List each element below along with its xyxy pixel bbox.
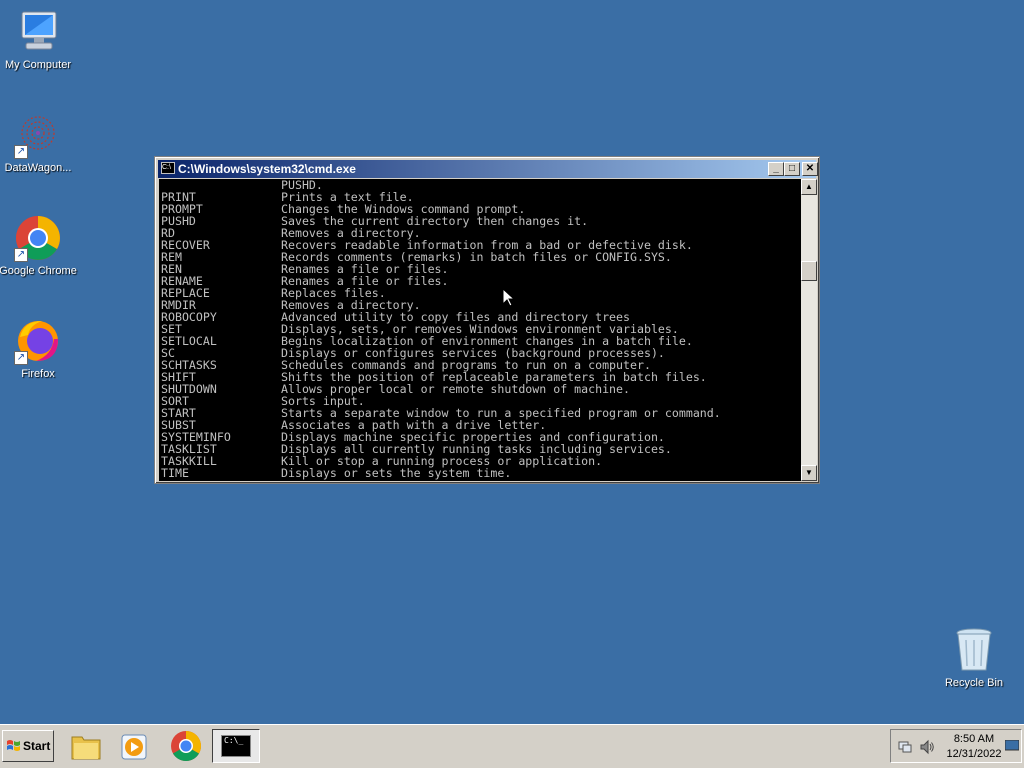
desktop-icon-firefox[interactable]: ↗ Firefox (0, 317, 78, 380)
command-description: Displays or sets the system time. (281, 466, 512, 480)
clock-date[interactable]: 12/31/2022 (943, 748, 1005, 760)
maximize-button[interactable]: □ (784, 162, 800, 176)
minimize-button[interactable]: _ (768, 162, 784, 176)
console-line: REN Renames a file or files. (159, 263, 801, 275)
desktop-icon-label: DataWagon... (4, 162, 72, 174)
window-title: C:\Windows\system32\cmd.exe (178, 162, 356, 176)
cmd-title-bar[interactable]: C:\ C:\Windows\system32\cmd.exe _ □ ✕ (158, 160, 818, 178)
console-line: TIME Displays or sets the system time. (159, 467, 801, 479)
console-line: REM Records comments (remarks) in batch f… (159, 251, 801, 263)
shortcut-arrow-icon: ↗ (14, 248, 28, 262)
cmd-window[interactable]: C:\ C:\Windows\system32\cmd.exe _ □ ✕ PU… (154, 156, 820, 484)
volume-icon[interactable] (919, 739, 935, 755)
console-scrollbar[interactable]: ▲ ▼ (801, 179, 817, 481)
command-prompt-icon: C:\_ (221, 735, 251, 757)
network-icon[interactable] (897, 739, 913, 755)
firefox-icon: ↗ (14, 317, 62, 365)
close-button[interactable]: ✕ (802, 162, 818, 176)
mouse-cursor-icon (502, 287, 516, 312)
taskbar-chrome[interactable] (164, 729, 208, 763)
file-explorer-icon (71, 736, 101, 760)
desktop-icon-recycle-bin[interactable]: Recycle Bin (934, 626, 1014, 689)
chrome-icon: ↗ (14, 214, 62, 262)
taskbar-media-player[interactable] (112, 729, 156, 763)
console-output[interactable]: PUSHD. PRINT Prints a text file. PROMPT Chan… (159, 179, 801, 481)
clock-time[interactable]: 8:50 AM (943, 733, 1005, 745)
console-line: PUSHD. (159, 179, 801, 191)
command-prompt-icon: C:\ (161, 162, 175, 174)
desktop-icon-label: Recycle Bin (944, 677, 1004, 689)
media-player-icon (121, 734, 147, 760)
console-line: PUSHD Saves the current directory then ch… (159, 215, 801, 227)
console-line: REPLACE Replaces files. (159, 287, 801, 299)
scroll-down-button[interactable]: ▼ (801, 465, 817, 481)
datawagon-icon: ↗ (14, 111, 62, 159)
windows-logo-icon (7, 740, 20, 751)
shortcut-arrow-icon: ↗ (14, 351, 28, 365)
chrome-icon (171, 731, 202, 762)
desktop-icon-google-chrome[interactable]: ↗ Google Chrome (0, 214, 78, 277)
start-button[interactable]: Start (2, 730, 54, 762)
command-name: TIME (161, 466, 189, 480)
scroll-thumb[interactable] (801, 261, 817, 281)
desktop-icon-my-computer[interactable]: My Computer (0, 8, 78, 71)
desktop-icon-label: Google Chrome (0, 265, 77, 277)
desktop-icon-label: My Computer (4, 59, 72, 71)
taskbar-command-prompt[interactable]: C:\_ (212, 729, 260, 763)
desktop-icon-label: Firefox (21, 368, 55, 380)
scroll-up-button[interactable]: ▲ (801, 179, 817, 195)
console-line: SHUTDOWN Allows proper local or remote sh… (159, 383, 801, 395)
start-label: Start (23, 739, 51, 753)
shortcut-arrow-icon: ↗ (14, 145, 28, 159)
my-computer-icon (14, 8, 62, 56)
taskbar-file-explorer[interactable] (64, 729, 108, 763)
taskbar: Start C:\_ 8:50 AM 12/31/2022 (0, 724, 1024, 768)
console-line: RENAME Renames a file or files. (159, 275, 801, 287)
desktop-icon-datawagon[interactable]: ↗ DataWagon... (0, 111, 78, 174)
show-desktop-icon[interactable] (1005, 740, 1019, 752)
recycle-bin-icon (950, 626, 998, 674)
system-tray: 8:50 AM 12/31/2022 (890, 729, 1022, 763)
